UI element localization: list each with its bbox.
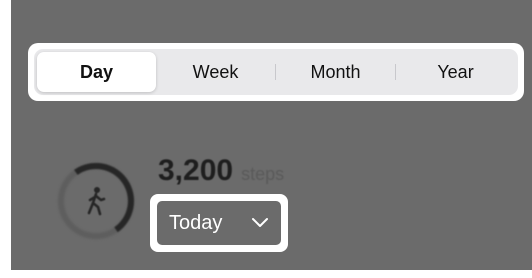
tab-day-label: Day	[79, 61, 114, 82]
left-edge	[0, 0, 11, 278]
tab-day[interactable]: Day	[37, 52, 156, 92]
tab-year-label: Year	[437, 61, 474, 82]
steps-summary: 3,200 steps	[158, 154, 284, 188]
chevron-down-icon	[252, 218, 268, 227]
tab-month[interactable]: Month	[276, 52, 395, 92]
tab-year[interactable]: Year	[396, 52, 515, 92]
tab-week[interactable]: Week	[156, 52, 275, 92]
tab-week-label: Week	[192, 61, 239, 82]
period-segmented-control-highlight: Day Week Month Year	[28, 43, 524, 101]
steps-unit: steps	[241, 164, 285, 184]
date-filter-label: Today	[169, 211, 223, 234]
period-segmented-control: Day Week Month Year	[34, 49, 518, 95]
date-filter-dropdown[interactable]: Today	[157, 201, 281, 245]
steps-value: 3,200	[158, 154, 234, 187]
date-filter-highlight: Today	[150, 194, 288, 252]
bottom-edge	[0, 270, 532, 278]
tab-month-label: Month	[310, 61, 361, 82]
walking-person-icon	[87, 187, 106, 216]
